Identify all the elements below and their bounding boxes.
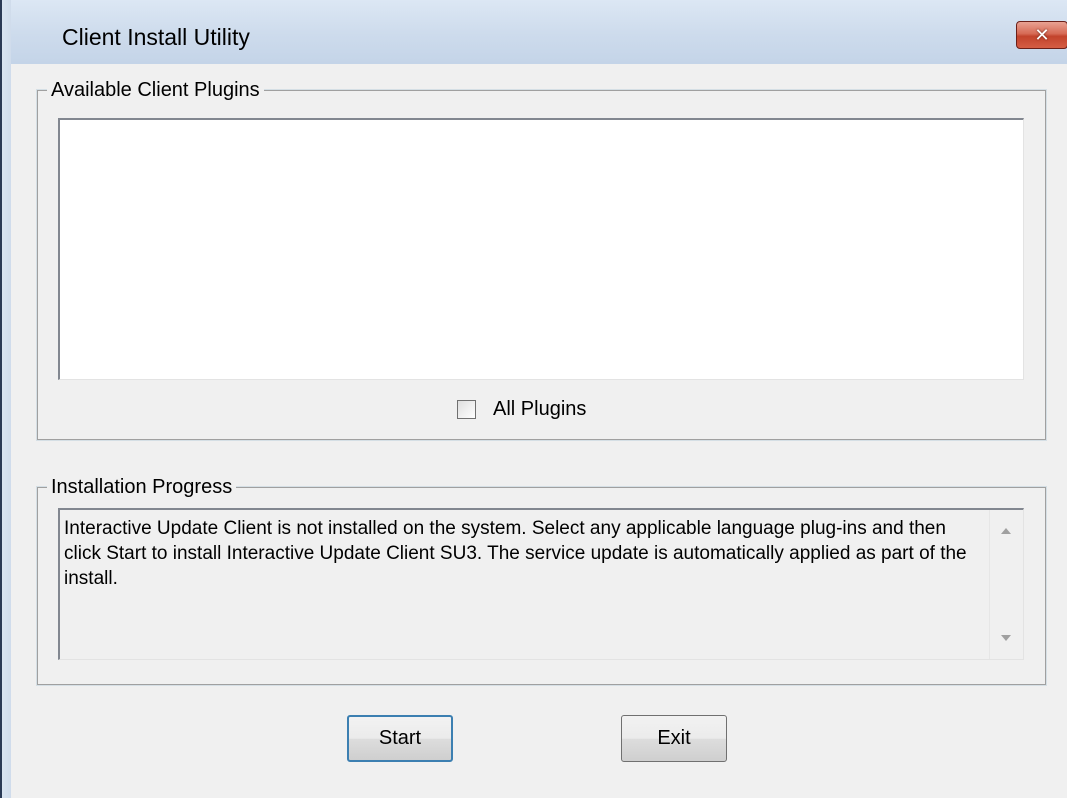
exit-button[interactable]: Exit: [621, 715, 727, 762]
progress-message: Interactive Update Client is not install…: [64, 518, 967, 589]
window-title: Client Install Utility: [62, 24, 250, 50]
scroll-down-arrow-icon[interactable]: [1001, 635, 1011, 641]
progress-group-legend: Installation Progress: [47, 476, 237, 498]
all-plugins-label: All Plugins: [493, 398, 587, 420]
progress-textbox[interactable]: Interactive Update Client is not install…: [58, 508, 1024, 660]
window-left-border: [0, 0, 11, 798]
dialog-body: Available Client Plugins All Plugins Ins…: [11, 64, 1067, 798]
plugins-listbox[interactable]: [58, 118, 1024, 380]
progress-scrollbar[interactable]: [989, 510, 1023, 659]
scroll-up-arrow-icon[interactable]: [1001, 528, 1011, 534]
all-plugins-checkbox-row[interactable]: All Plugins: [457, 398, 586, 421]
title-bar[interactable]: Client Install Utility ✕: [11, 0, 1067, 64]
all-plugins-checkbox[interactable]: [457, 400, 476, 419]
close-button[interactable]: ✕: [1016, 21, 1067, 49]
close-icon: ✕: [1034, 24, 1050, 45]
plugins-group-legend: Available Client Plugins: [47, 79, 264, 101]
start-button[interactable]: Start: [347, 715, 453, 762]
client-install-window: Client Install Utility ✕ Available Clien…: [0, 0, 1067, 798]
